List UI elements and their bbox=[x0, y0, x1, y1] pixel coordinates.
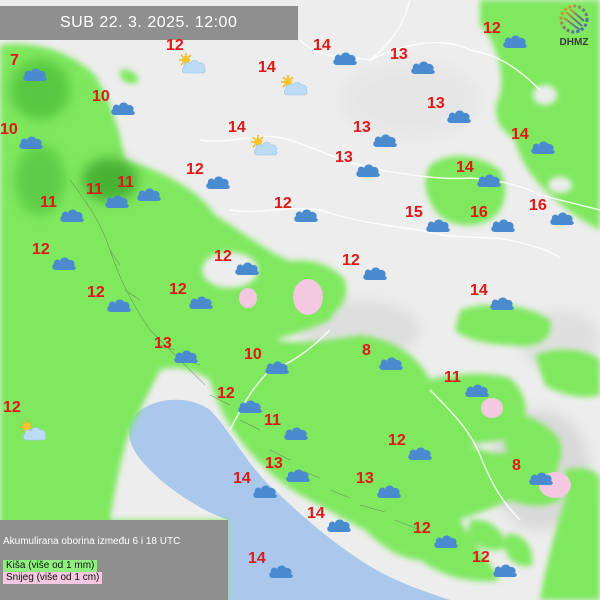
station-temperature: 16 bbox=[470, 204, 488, 221]
cloud-icon bbox=[549, 210, 575, 231]
station-temperature: 13 bbox=[154, 335, 172, 352]
cloud-icon bbox=[464, 382, 490, 403]
legend: Akumulirana oborina između 6 i 18 UTC Ki… bbox=[0, 520, 228, 600]
station-temperature: 12 bbox=[413, 520, 431, 537]
station-temperature: 12 bbox=[274, 195, 292, 212]
cloud-icon bbox=[376, 483, 402, 504]
station-temperature: 14 bbox=[258, 59, 276, 76]
cloud-icon bbox=[110, 100, 136, 121]
dhmz-logo: DHMZ bbox=[554, 4, 594, 48]
station-temperature: 13 bbox=[265, 455, 283, 472]
cloud-icon bbox=[283, 425, 309, 446]
station-temperature: 16 bbox=[529, 197, 547, 214]
station-temperature: 12 bbox=[214, 248, 232, 265]
station-temperature: 10 bbox=[92, 88, 110, 105]
station-temperature: 14 bbox=[470, 282, 488, 299]
station-temperature: 8 bbox=[512, 457, 521, 474]
cloud-icon bbox=[372, 132, 398, 153]
cloud-icon bbox=[362, 265, 388, 286]
cloud-icon bbox=[106, 297, 132, 318]
cloud-icon bbox=[476, 172, 502, 193]
partly-cloudy-icon bbox=[248, 134, 278, 161]
station-temperature: 12 bbox=[472, 549, 490, 566]
station-temperature: 12 bbox=[169, 281, 187, 298]
cloud-icon bbox=[407, 445, 433, 466]
cloud-icon bbox=[234, 260, 260, 281]
cloud-icon bbox=[173, 348, 199, 369]
cloud-icon bbox=[237, 398, 263, 419]
station-temperature: 11 bbox=[444, 369, 461, 386]
cloud-icon bbox=[502, 33, 528, 54]
legend-title: Akumulirana oborina između 6 i 18 UTC bbox=[3, 536, 181, 547]
cloud-icon bbox=[188, 294, 214, 315]
station-temperature: 14 bbox=[248, 550, 266, 567]
cloud-icon bbox=[51, 255, 77, 276]
cloud-icon bbox=[205, 174, 231, 195]
cloud-icon bbox=[530, 139, 556, 160]
cloud-icon bbox=[410, 59, 436, 80]
legend-rain: Kiša (više od 1 mm) bbox=[3, 560, 98, 572]
date-time-header: SUB 22. 3. 2025. 12:00 bbox=[0, 6, 298, 40]
partly-cloudy-icon bbox=[278, 74, 308, 101]
cloud-icon bbox=[528, 470, 554, 491]
station-temperature: 7 bbox=[10, 52, 19, 69]
station-temperature: 14 bbox=[228, 119, 246, 136]
station-temperature: 15 bbox=[405, 204, 423, 221]
legend-snow: Snijeg (više od 1 cm) bbox=[3, 572, 103, 584]
station-temperature: 14 bbox=[511, 126, 529, 143]
cloud-icon bbox=[489, 295, 515, 316]
partly-cloudy-icon bbox=[176, 52, 206, 79]
station-temperature: 12 bbox=[217, 385, 235, 402]
cloud-icon bbox=[355, 162, 381, 183]
cloud-icon bbox=[490, 217, 516, 238]
cloud-icon bbox=[326, 517, 352, 538]
cloud-icon bbox=[136, 186, 162, 207]
cloud-icon bbox=[492, 562, 518, 583]
station-temperature: 11 bbox=[264, 412, 281, 429]
station-temperature: 14 bbox=[456, 159, 474, 176]
cloud-icon bbox=[268, 563, 294, 584]
station-temperature: 13 bbox=[335, 149, 353, 166]
station-temperature: 8 bbox=[362, 342, 371, 359]
cloud-icon bbox=[285, 467, 311, 488]
station-temperature: 12 bbox=[32, 241, 50, 258]
station-temperature: 10 bbox=[244, 346, 262, 363]
cloud-icon bbox=[293, 207, 319, 228]
partly-cloudy-icon bbox=[17, 419, 47, 446]
cloud-icon bbox=[446, 108, 472, 129]
cloud-icon bbox=[425, 217, 451, 238]
cloud-icon bbox=[378, 355, 404, 376]
station-temperature: 13 bbox=[390, 46, 408, 63]
station-temperature: 11 bbox=[117, 174, 134, 191]
cloud-icon bbox=[332, 50, 358, 71]
station-temperature: 12 bbox=[388, 432, 406, 449]
station-temperature: 14 bbox=[233, 470, 251, 487]
dhmz-logo-icon bbox=[559, 4, 589, 34]
station-temperature: 14 bbox=[313, 37, 331, 54]
station-temperature: 12 bbox=[483, 20, 501, 37]
station-temperature: 13 bbox=[356, 470, 374, 487]
cloud-icon bbox=[104, 193, 130, 214]
station-temperature: 12 bbox=[87, 284, 105, 301]
cloud-icon bbox=[18, 134, 44, 155]
cloud-icon bbox=[59, 207, 85, 228]
cloud-icon bbox=[22, 66, 48, 87]
station-temperature: 12 bbox=[186, 161, 204, 178]
station-temperature: 11 bbox=[86, 181, 103, 198]
cloud-icon bbox=[264, 359, 290, 380]
station-temperature: 14 bbox=[307, 505, 325, 522]
station-temperature: 12 bbox=[3, 399, 21, 416]
cloud-icon bbox=[252, 483, 278, 504]
station-temperature: 12 bbox=[342, 252, 360, 269]
station-temperature: 11 bbox=[40, 194, 57, 211]
station-temperature: 13 bbox=[427, 95, 445, 112]
dhmz-logo-text: DHMZ bbox=[559, 37, 589, 48]
station-temperature: 13 bbox=[353, 119, 371, 136]
cloud-icon bbox=[433, 533, 459, 554]
station-temperature: 10 bbox=[0, 121, 18, 138]
